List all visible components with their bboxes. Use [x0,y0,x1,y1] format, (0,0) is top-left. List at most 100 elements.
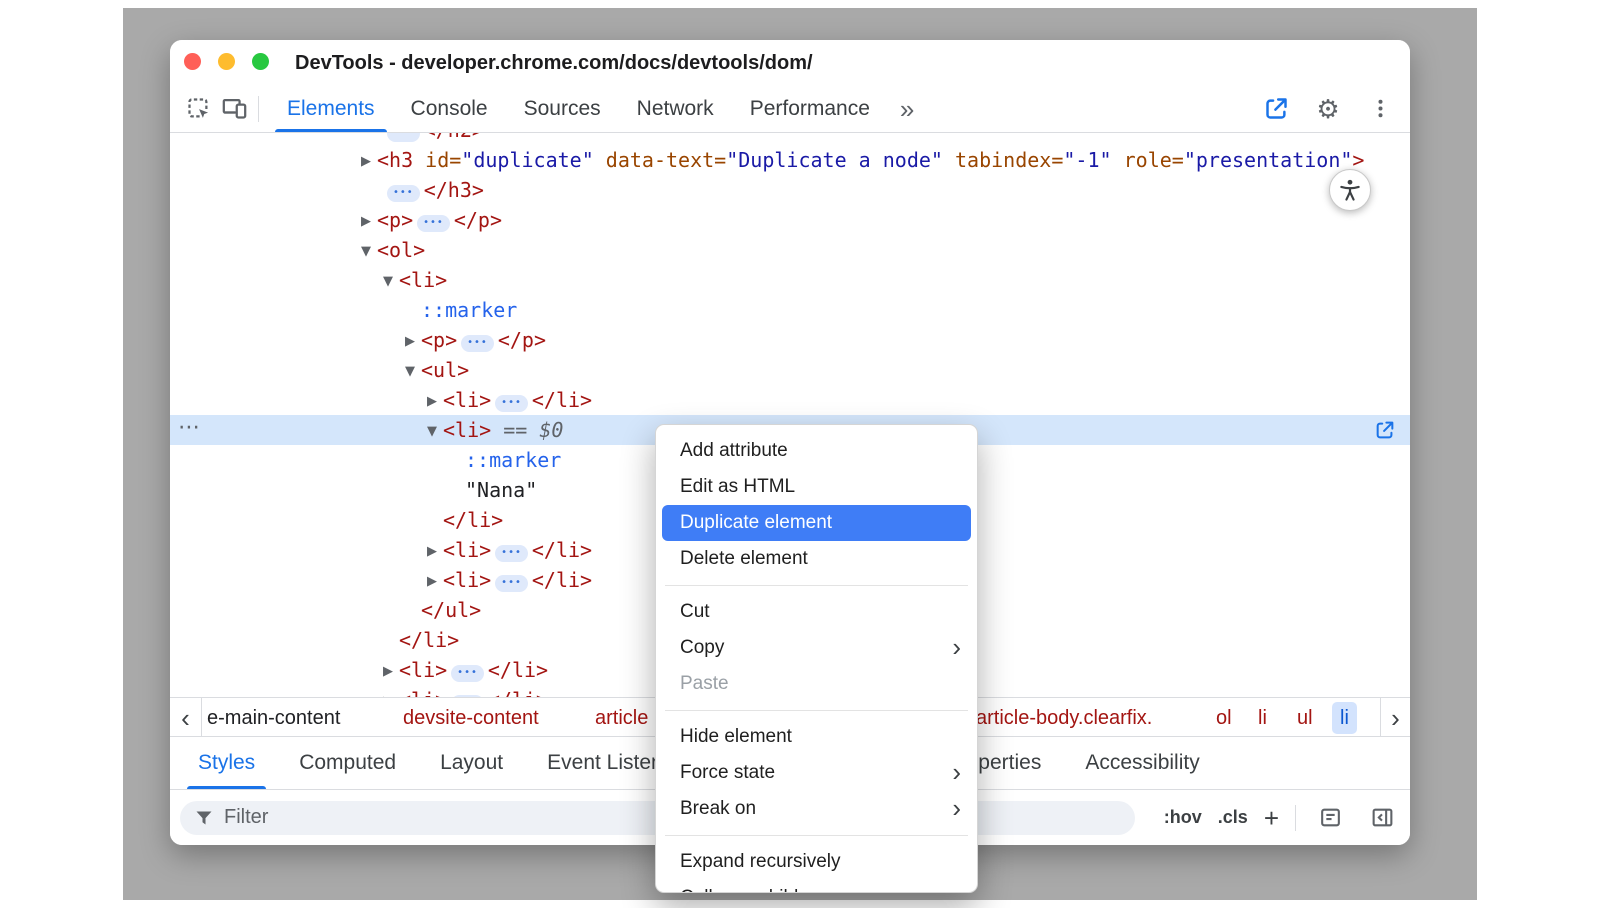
collapse-arrow-icon[interactable]: ▼ [361,237,377,267]
page: { "window": { "title": "DevTools - devel… [0,0,1600,908]
breadcrumb-item-li[interactable]: li [1332,702,1357,734]
context-menu-item-delete-element[interactable]: Delete element [656,541,977,577]
context-menu-item-force-state[interactable]: Force state› [656,755,977,791]
breadcrumb-item-article-body-clearfix[interactable]: article-body.clearfix. [976,698,1152,737]
dom-tree-row[interactable]: ▶<li>•••</li> [170,385,1410,415]
device-toolbar-icon[interactable] [216,91,252,127]
context-menu-item-copy[interactable]: Copy› [656,630,977,666]
context-menu: Add attributeEdit as HTMLDuplicate eleme… [655,424,978,893]
collapse-arrow-icon[interactable]: ▼ [383,267,399,297]
menu-item-label: Break on [680,798,756,819]
more-tabs-icon[interactable]: » [900,96,914,122]
tab-sources[interactable]: Sources [506,85,619,132]
str-text: "Nana" [465,478,537,502]
menu-item-label: Cut [680,601,710,622]
context-menu-item-cut[interactable]: Cut [656,594,977,630]
dom-tree-row[interactable]: ▶<p>•••</p> [170,325,1410,355]
dom-tree-row[interactable]: ▼<ol> [170,235,1410,265]
panel-tab-accessibility[interactable]: Accessibility [1066,737,1218,789]
dom-tree-row[interactable]: ▶<p>•••</p> [170,205,1410,235]
expand-arrow-icon[interactable]: ▶ [427,567,443,597]
tag-text: <li> [443,538,491,562]
inline-expand-badge[interactable]: ••• [495,395,528,412]
context-menu-item-break-on[interactable]: Break on › [656,791,977,827]
collapse-arrow-icon[interactable]: ▼ [427,417,443,447]
attribute-name: id= [425,148,461,172]
panel-tab-styles[interactable]: Styles [179,737,274,789]
breadcrumb-item-ol[interactable]: ol [1216,698,1232,737]
context-menu-item-collapse-children[interactable]: Collapse children [656,880,977,893]
context-menu-item-edit-as-html[interactable]: Edit as HTML [656,469,977,505]
sidebar-toggle-icon[interactable] [1364,800,1400,836]
row-more-actions-icon[interactable]: ⋯ [178,415,200,445]
breadcrumb-item-devsite-content[interactable]: devsite-content [403,698,539,737]
panel-tab-layout[interactable]: Layout [421,737,522,789]
context-menu-item-add-attribute[interactable]: Add attribute [656,433,977,469]
expand-arrow-icon[interactable]: ▶ [383,687,399,697]
dom-tree-row[interactable]: ▼<ul> [170,355,1410,385]
filter-funnel-icon [194,808,214,828]
window-controls [184,53,269,70]
tag-text: </p> [498,328,546,352]
tag-text: </ul> [421,598,481,622]
inline-expand-badge[interactable]: ••• [495,545,528,562]
expand-arrow-icon[interactable]: ▶ [427,537,443,567]
expand-arrow-icon[interactable]: ▶ [405,327,421,357]
tag-text: </li> [488,658,548,682]
breadcrumb-item-article[interactable]: article [595,698,648,737]
inline-expand-badge[interactable]: ••• [387,185,420,202]
expand-arrow-icon[interactable]: ▶ [427,387,443,417]
submenu-chevron-icon: › [952,791,961,827]
styles-toolbar-controls: :hov .cls + [1164,800,1400,836]
dom-tree-row[interactable]: ▶<h3 id="duplicate" data-text="Duplicate… [170,145,1410,175]
breadcrumb-item-e-main-content[interactable]: e-main-content [207,698,340,737]
expand-arrow-icon[interactable]: ▶ [361,147,377,177]
close-button[interactable] [184,53,201,70]
context-menu-item-expand-recursively[interactable]: Expand recursively [656,844,977,880]
inspect-icon[interactable] [180,91,216,127]
toggle-element-state-button[interactable]: :hov [1164,807,1202,828]
menu-item-label: Collapse children [680,887,826,893]
menu-item-label: Force state [680,762,775,783]
tag-text: <p> [377,208,413,232]
scroll-into-view-adorner-icon[interactable] [1374,419,1396,441]
context-menu-item-duplicate-element[interactable]: Duplicate element [662,505,971,541]
dom-tree-row[interactable]: ▼<li> [170,265,1410,295]
inline-expand-badge[interactable]: ••• [451,665,484,682]
menu-separator [665,710,968,711]
breadcrumb-scroll-right-icon[interactable]: › [1380,698,1410,737]
breadcrumb-scroll-left-icon[interactable]: ‹ [170,698,202,737]
inline-expand-badge[interactable]: ••• [461,335,494,352]
collapse-arrow-icon[interactable]: ▼ [405,357,421,387]
inline-expand-badge[interactable]: ••• [387,133,420,142]
tab-network[interactable]: Network [619,85,732,132]
tab-performance[interactable]: Performance [732,85,888,132]
minimize-button[interactable] [218,53,235,70]
rendering-emulations-icon[interactable] [1312,800,1348,836]
dom-tree-row[interactable]: •••</h2> [170,133,1410,145]
toolbar-right-icons: ⚙ [1258,91,1398,127]
settings-gear-icon[interactable]: ⚙ [1310,91,1346,127]
submenu-chevron-icon: › [952,630,961,666]
tag-text: </li> [532,388,592,412]
expand-arrow-icon[interactable]: ▶ [361,207,377,237]
tab-elements[interactable]: Elements [269,85,393,132]
inline-expand-badge[interactable]: ••• [495,575,528,592]
breadcrumb-item-li[interactable]: li [1258,698,1267,737]
inline-expand-badge[interactable]: ••• [417,215,450,232]
extension-icon[interactable] [1258,91,1294,127]
dom-tree-row[interactable]: •••</h3> [170,175,1410,205]
zoom-button[interactable] [252,53,269,70]
panel-tab-computed[interactable]: Computed [280,737,415,789]
attribute-name: role= [1124,148,1184,172]
more-menu-icon[interactable] [1362,91,1398,127]
accessibility-overlay-button[interactable] [1329,169,1371,211]
element-classes-button[interactable]: .cls [1218,807,1248,828]
breadcrumb-item-ul[interactable]: ul [1297,698,1313,737]
new-style-rule-icon[interactable]: + [1264,805,1279,831]
dom-tree-row[interactable]: ::marker [170,295,1410,325]
context-menu-item-hide-element[interactable]: Hide element [656,719,977,755]
expand-arrow-icon[interactable]: ▶ [383,657,399,687]
tab-console[interactable]: Console [393,85,506,132]
menu-separator [665,835,968,836]
